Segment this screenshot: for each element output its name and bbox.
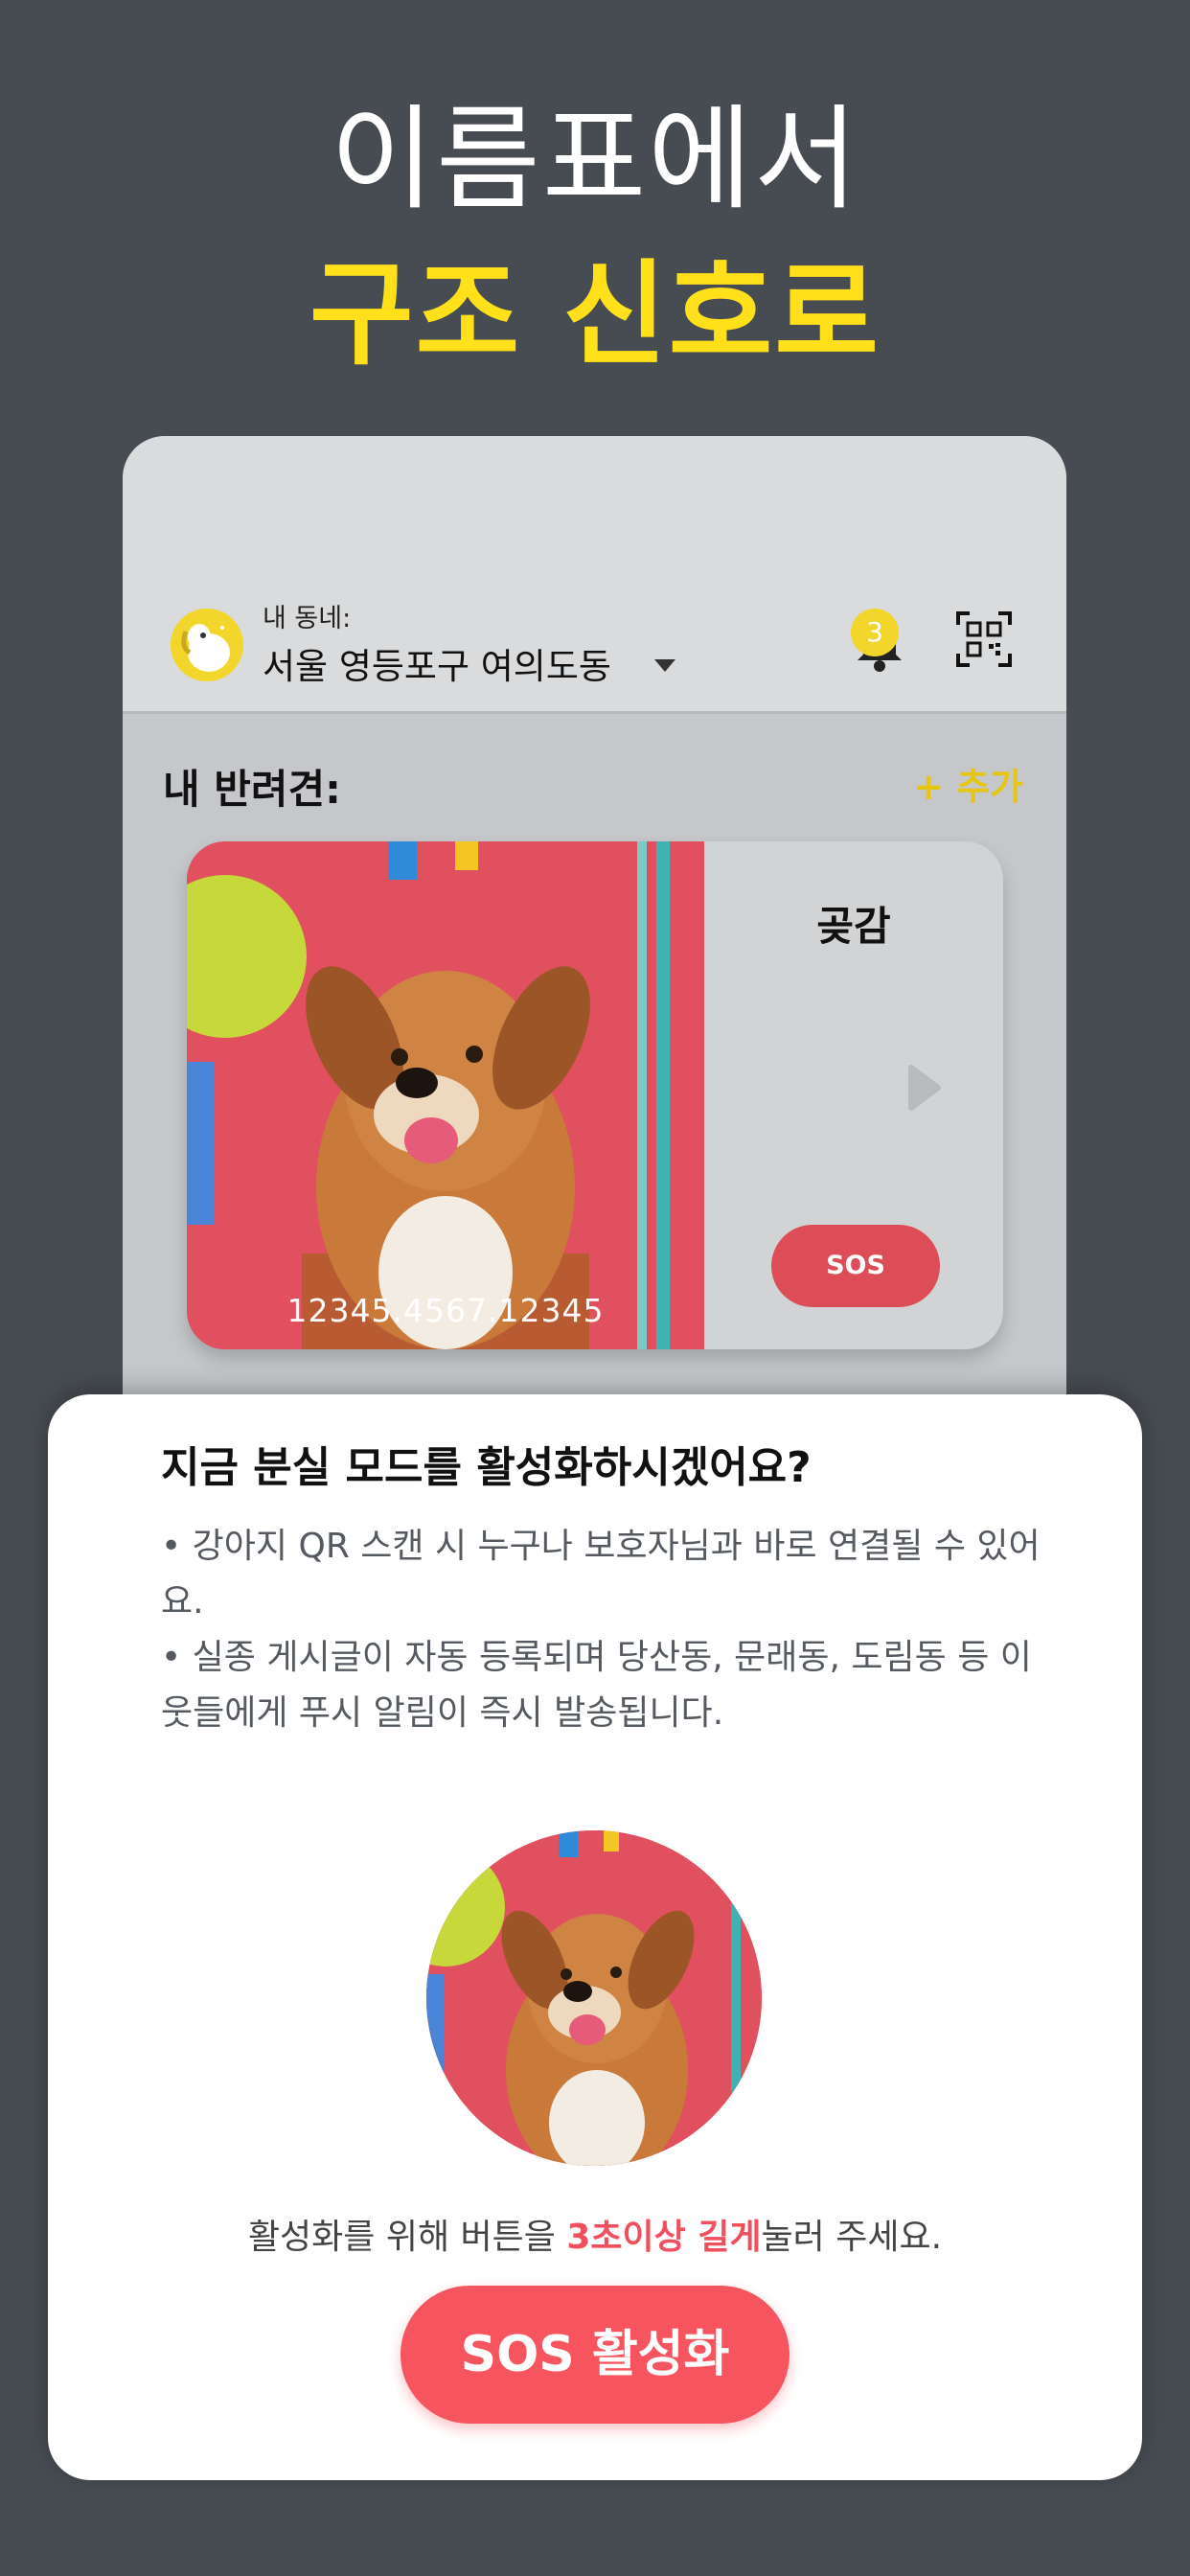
pet-photo: 12345.4567.12345 xyxy=(187,841,704,1349)
lost-mode-sheet: 지금 분실 모드를 활성화하시겠어요? • 강아지 QR 스캔 시 누구나 보호… xyxy=(48,1394,1142,2480)
bullet-push-alert: • 실종 게시글이 자동 등록되며 당산동, 문래동, 도림동 등 이웃들에게 … xyxy=(161,1638,1032,1733)
notification-badge: 3 xyxy=(851,609,899,656)
sheet-title: 지금 분실 모드를 활성화하시겠어요? xyxy=(161,1443,812,1492)
chevron-down-icon[interactable] xyxy=(654,659,675,672)
pet-id-number: 12345.4567.12345 xyxy=(286,1292,605,1329)
sos-activate-button[interactable]: SOS 활성화 xyxy=(400,2286,790,2424)
play-arrow-icon[interactable] xyxy=(907,1064,942,1112)
hint-emphasis: 3초이상 길게 xyxy=(566,2218,762,2257)
headline: 이름표에서 구조 신호로 xyxy=(0,91,1190,384)
pet-card[interactable]: 12345.4567.12345 곶감 SOS xyxy=(187,841,1003,1349)
app-screen: 내 동네: 서울 영등포구 여의도동 3 내 반려견: + 추가 12345.4… xyxy=(123,436,1066,1490)
headline-line-2: 구조 신호로 xyxy=(309,247,881,380)
long-press-hint: 활성화를 위해 버튼을 3초이상 길게눌러 주세요. xyxy=(48,2209,1142,2259)
add-pet-button[interactable]: + 추가 xyxy=(913,757,1023,810)
headline-line-1: 이름표에서 xyxy=(330,93,860,225)
pets-section-title: 내 반려견: xyxy=(163,766,341,813)
pet-name: 곶감 xyxy=(816,903,891,950)
location-selector[interactable]: 서울 영등포구 여의도동 xyxy=(263,637,611,689)
bullet-qr-connect: • 강아지 QR 스캔 시 누구나 보호자님과 바로 연결될 수 있어요. xyxy=(161,1527,1041,1622)
user-avatar[interactable] xyxy=(171,609,243,681)
app-header: 내 동네: 서울 영등포구 여의도동 3 xyxy=(123,436,1066,714)
pet-avatar-circle xyxy=(426,1830,762,2166)
location-label: 내 동네: xyxy=(263,604,352,633)
qr-scan-icon[interactable] xyxy=(956,611,1012,667)
sos-button[interactable]: SOS xyxy=(771,1225,940,1307)
hint-text-after: 눌러 주세요. xyxy=(761,2218,943,2257)
sheet-description: • 강아지 QR 스캔 시 누구나 보호자님과 바로 연결될 수 있어요. • … xyxy=(161,1519,1052,1741)
hint-text-before: 활성화를 위해 버튼을 xyxy=(247,2218,567,2257)
